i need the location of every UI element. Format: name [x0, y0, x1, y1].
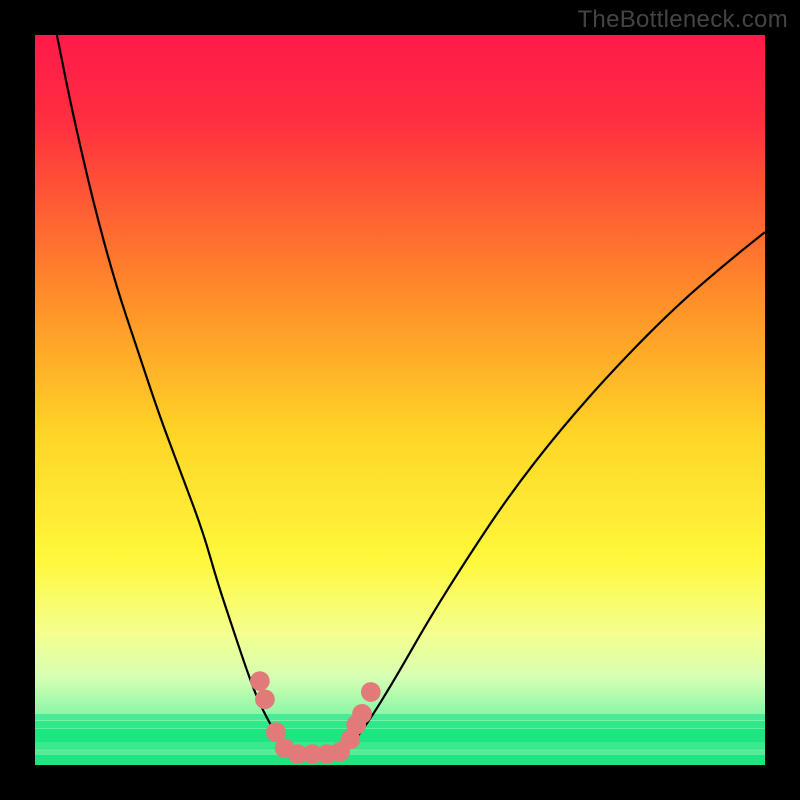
- marker-point: [352, 704, 372, 724]
- series-left-curve: [57, 35, 291, 754]
- series-group: [57, 35, 765, 754]
- markers-group: [250, 671, 381, 764]
- marker-point: [361, 682, 381, 702]
- chart-frame: TheBottleneck.com: [0, 0, 800, 800]
- watermark-text: TheBottleneck.com: [577, 6, 788, 34]
- series-right-curve: [342, 232, 765, 754]
- marker-point: [250, 671, 270, 691]
- marker-point: [255, 689, 275, 709]
- curves-layer: [35, 35, 765, 765]
- plot-area: [35, 35, 765, 765]
